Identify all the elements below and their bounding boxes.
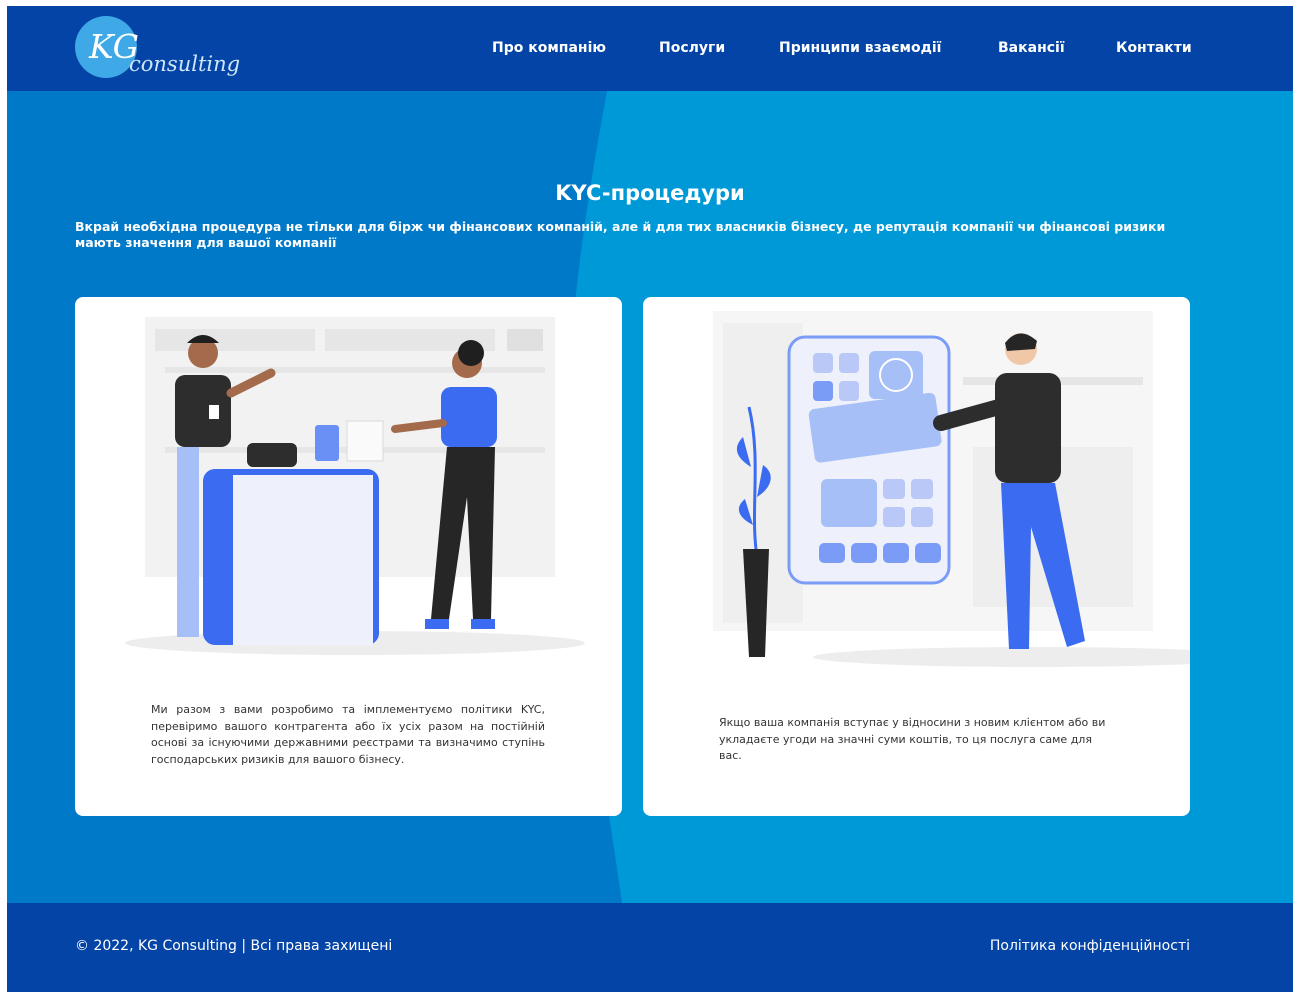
nav-item-vacancies[interactable]: Вакансії [998, 40, 1065, 56]
card-description: Ми разом з вами розробимо та імплементує… [151, 703, 545, 766]
site-footer: © 2022, KG Consulting | Всі права захище… [7, 903, 1293, 992]
card-description: Якщо ваша компанія вступає у відносини з… [719, 716, 1106, 762]
nav-item-services[interactable]: Послуги [659, 40, 725, 56]
phone-app-illustration [713, 311, 1190, 667]
nav-item-contacts[interactable]: Контакти [1116, 40, 1192, 56]
copyright-text: © 2022, KG Consulting | Всі права захище… [75, 938, 393, 954]
service-card-kyc-policy: Ми разом з вами розробимо та імплементує… [75, 297, 622, 816]
privacy-policy-link[interactable]: Політика конфіденційності [990, 938, 1190, 954]
page-title: KYC-процедури [555, 181, 745, 205]
hero-section: KYC-процедури Вкрай необхідна процедура … [7, 91, 1293, 903]
page: KG consulting Про компанію Послуги Принц… [7, 6, 1293, 992]
nav-item-about[interactable]: Про компанію [492, 40, 606, 56]
nav-item-principles[interactable]: Принципи взаємодії [779, 40, 941, 56]
intro-text: Вкрай необхідна процедура не тільки для … [75, 219, 1166, 250]
site-header: KG consulting Про компанію Послуги Принц… [7, 6, 1293, 91]
service-card-new-client: Якщо ваша компанія вступає у відносини з… [643, 297, 1190, 816]
kyc-desk-illustration [125, 317, 585, 655]
main-nav: Про компанію Послуги Принципи взаємодії … [7, 40, 1293, 60]
